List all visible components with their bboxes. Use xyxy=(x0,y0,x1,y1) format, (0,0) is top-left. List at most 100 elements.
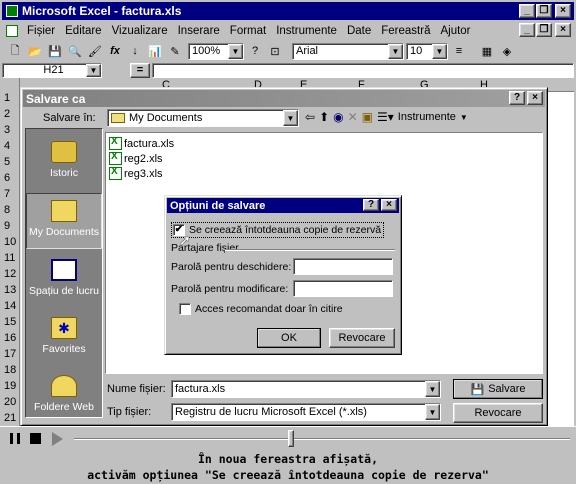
seek-track[interactable] xyxy=(74,438,570,440)
search-web-icon[interactable]: ◉ xyxy=(333,110,343,124)
place-my-documents[interactable]: My Documents xyxy=(26,193,102,249)
doc-close-button[interactable]: × xyxy=(555,23,571,37)
row-header[interactable]: 10 xyxy=(4,236,16,248)
chart-wizard-icon[interactable]: 📊 xyxy=(146,42,164,60)
filename-input[interactable]: factura.xls ▼ xyxy=(171,380,441,398)
pause-icon[interactable] xyxy=(10,433,20,444)
new-icon[interactable]: 🗋 xyxy=(6,42,24,60)
chevron-down-icon[interactable]: ▼ xyxy=(228,43,243,59)
row-header[interactable]: 14 xyxy=(4,300,16,312)
chevron-down-icon[interactable]: ▼ xyxy=(86,63,101,77)
help-button[interactable]: ? xyxy=(509,91,525,105)
row-header[interactable]: 15 xyxy=(4,316,16,328)
minimize-button[interactable]: _ xyxy=(519,4,535,18)
menu-window[interactable]: Fereastră xyxy=(376,25,435,37)
row-header[interactable]: 18 xyxy=(4,364,16,376)
place-desktop[interactable]: Spațiu de lucru xyxy=(26,253,102,309)
backup-checkbox-row[interactable]: ✔ Se creează întotdeauna copie de rezerv… xyxy=(171,222,385,238)
help-button[interactable]: ? xyxy=(363,199,379,211)
row-header[interactable]: 7 xyxy=(4,188,10,200)
row-header[interactable]: 19 xyxy=(4,380,16,392)
fill-color-icon[interactable]: ◈ xyxy=(498,42,516,60)
row-header[interactable]: 11 xyxy=(4,252,15,264)
readonly-checkbox-row[interactable]: Acces recomandat doar în citire xyxy=(179,303,343,315)
up-folder-icon[interactable]: ⬆ xyxy=(319,110,329,124)
sort-icon[interactable]: ↓ xyxy=(126,42,144,60)
filetype-select[interactable]: Registru de lucru Microsoft Excel (*.xls… xyxy=(171,403,441,421)
restore-button[interactable]: ❐ xyxy=(536,4,552,18)
chevron-down-icon[interactable]: ▼ xyxy=(425,381,440,397)
views-icon[interactable]: ☰▾ xyxy=(377,110,394,124)
menu-edit[interactable]: Editare xyxy=(60,25,106,37)
chevron-down-icon[interactable]: ▼ xyxy=(460,113,468,122)
menu-tools[interactable]: Instrumente xyxy=(271,25,342,37)
wizard-icon[interactable]: ⊡ xyxy=(266,42,284,60)
formula-input[interactable] xyxy=(152,62,574,78)
menu-insert[interactable]: Inserare xyxy=(173,25,225,37)
save-button[interactable]: 💾 Salvare xyxy=(453,379,543,399)
tools-menu[interactable]: Instrumente xyxy=(398,111,456,123)
ok-button[interactable]: OK xyxy=(257,328,321,348)
row-header[interactable]: 16 xyxy=(4,332,16,344)
row-header[interactable]: 8 xyxy=(4,204,10,216)
delete-icon[interactable]: ✕ xyxy=(348,110,358,124)
save-icon[interactable]: 💾 xyxy=(46,42,64,60)
row-header[interactable]: 1 xyxy=(4,92,10,104)
play-icon[interactable] xyxy=(52,432,63,446)
row-header[interactable]: 9 xyxy=(4,220,10,232)
modify-password-input[interactable] xyxy=(293,280,393,297)
menu-data[interactable]: Date xyxy=(342,25,376,37)
place-history[interactable]: Istoric xyxy=(26,135,102,191)
row-header[interactable]: 13 xyxy=(4,284,16,296)
readonly-checkbox[interactable] xyxy=(179,303,191,315)
align-center-icon[interactable]: ≡ xyxy=(450,42,468,60)
chevron-down-icon[interactable]: ▼ xyxy=(432,43,447,59)
row-header[interactable]: 2 xyxy=(4,108,10,120)
formula-equals-button[interactable]: = xyxy=(130,62,150,78)
borders-icon[interactable]: ▦ xyxy=(478,42,496,60)
chevron-down-icon[interactable]: ▼ xyxy=(283,110,298,126)
options-close-button[interactable]: × xyxy=(381,199,397,211)
close-button[interactable]: × xyxy=(555,4,571,18)
save-in-select[interactable]: My Documents ▼ xyxy=(107,109,299,127)
file-item[interactable]: reg2.xls xyxy=(109,151,163,165)
print-preview-icon[interactable]: 🔍 xyxy=(66,42,84,60)
name-box[interactable]: H21 ▼ xyxy=(2,62,102,78)
menu-format[interactable]: Format xyxy=(225,25,271,37)
place-favorites[interactable]: ✱ Favorites xyxy=(26,311,102,367)
drawing-icon[interactable]: ✎ xyxy=(166,42,184,60)
seek-thumb[interactable] xyxy=(288,430,294,447)
doc-minimize-button[interactable]: _ xyxy=(519,23,535,37)
row-header[interactable]: 17 xyxy=(4,348,16,360)
help-icon[interactable]: ? xyxy=(246,42,264,60)
menu-file[interactable]: Fișier xyxy=(22,25,60,37)
row-header[interactable]: 3 xyxy=(4,124,10,136)
open-password-input[interactable] xyxy=(293,258,393,275)
row-header[interactable]: 6 xyxy=(4,172,10,184)
file-item[interactable]: factura.xls xyxy=(109,136,174,150)
chevron-down-icon[interactable]: ▼ xyxy=(388,43,403,59)
chevron-down-icon[interactable]: ▼ xyxy=(425,404,440,420)
open-icon[interactable]: 📂 xyxy=(26,42,44,60)
doc-restore-button[interactable]: ❐ xyxy=(536,23,552,37)
font-size-select[interactable]: 10 ▼ xyxy=(406,42,448,60)
cancel-button[interactable]: Revocare xyxy=(453,403,543,423)
menu-view[interactable]: Vizualizare xyxy=(107,25,173,37)
format-painter-icon[interactable]: 🖌 xyxy=(86,42,104,60)
options-cancel-button[interactable]: Revocare xyxy=(329,328,395,348)
place-web-folders[interactable]: Foldere Web xyxy=(26,369,102,425)
row-header[interactable]: 12 xyxy=(4,268,16,280)
file-item[interactable]: reg3.xls xyxy=(109,166,163,180)
zoom-select[interactable]: 100% ▼ xyxy=(188,42,244,60)
dialog-close-button[interactable]: × xyxy=(527,91,543,105)
back-icon[interactable]: ⇦ xyxy=(305,110,315,124)
menu-help[interactable]: Ajutor xyxy=(435,25,475,37)
row-header[interactable]: 5 xyxy=(4,156,10,168)
row-header[interactable]: 20 xyxy=(4,396,16,408)
row-header[interactable]: 4 xyxy=(4,140,10,152)
font-select[interactable]: Arial ▼ xyxy=(292,42,404,60)
row-header[interactable]: 21 xyxy=(4,412,16,424)
function-icon[interactable]: fx xyxy=(106,42,124,60)
stop-icon[interactable] xyxy=(30,433,41,444)
new-folder-icon[interactable]: ▣ xyxy=(362,110,373,124)
